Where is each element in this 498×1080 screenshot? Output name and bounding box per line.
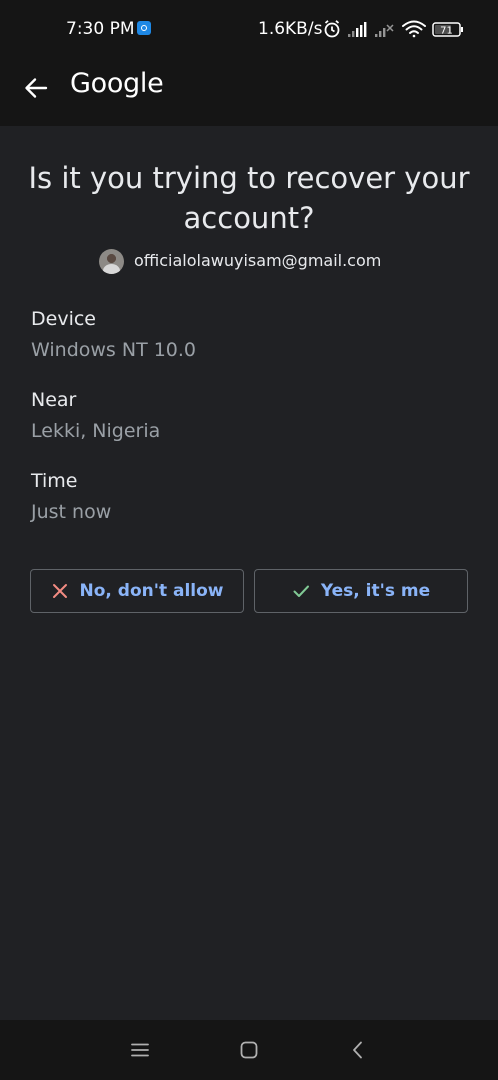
home-icon[interactable]: [237, 1038, 261, 1062]
close-icon: [52, 584, 67, 598]
back-icon[interactable]: [346, 1038, 370, 1062]
screen: 7:30 PM 1.6KB/s 71 Google Is it you tryi…: [0, 0, 498, 1080]
status-time: 7:30 PM: [66, 19, 135, 39]
near-label: Near: [31, 389, 77, 411]
account-row: officialolawuyisam@gmail.com: [0, 248, 498, 276]
network-speed: 1.6KB/s: [258, 19, 323, 39]
app-title: Google: [70, 68, 164, 99]
deny-button-label: No, don't allow: [79, 581, 224, 601]
avatar: [99, 249, 124, 274]
near-value: Lekki, Nigeria: [31, 420, 161, 442]
time-label: Time: [31, 470, 78, 492]
status-icons: 71: [324, 20, 463, 38]
alarm-icon: [324, 20, 340, 38]
allow-button-label: Yes, it's me: [320, 581, 431, 601]
page-title: Is it you trying to recover your account…: [28, 161, 470, 235]
battery-icon: 71: [432, 22, 463, 37]
back-arrow-icon[interactable]: [22, 74, 50, 102]
wifi-icon: [402, 20, 426, 38]
status-bar: 7:30 PM 1.6KB/s 71: [0, 0, 498, 60]
deny-button[interactable]: No, don't allow: [30, 569, 244, 613]
account-email: officialolawuyisam@gmail.com: [134, 251, 382, 270]
menu-icon[interactable]: [128, 1038, 152, 1062]
allow-button[interactable]: Yes, it's me: [254, 569, 468, 613]
signal-no-service-icon: [375, 24, 394, 37]
device-label: Device: [31, 308, 96, 330]
check-icon: [293, 585, 309, 597]
battery-level: 71: [440, 26, 453, 37]
signal-icon: [348, 22, 367, 37]
notification-app-icon: [137, 21, 151, 35]
time-value: Just now: [31, 501, 112, 523]
device-value: Windows NT 10.0: [31, 339, 197, 361]
